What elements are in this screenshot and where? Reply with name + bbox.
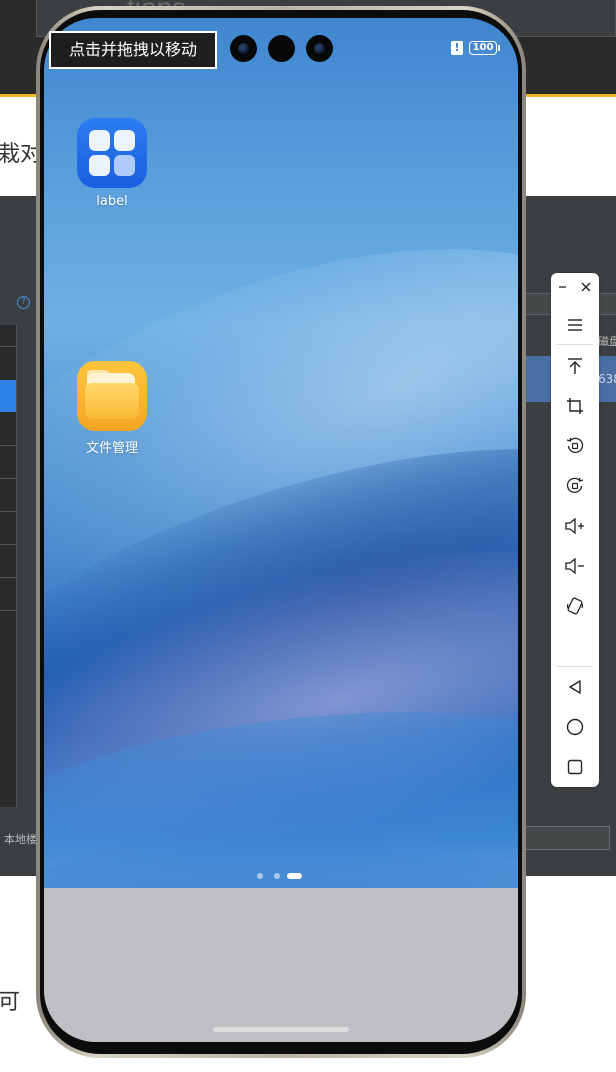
volume-up-icon[interactable] [551, 511, 599, 541]
divider [0, 445, 16, 446]
page-dot-active[interactable] [287, 873, 302, 879]
page-dot[interactable] [274, 873, 280, 879]
minimize-icon[interactable] [553, 277, 573, 297]
divider [0, 511, 16, 512]
background-ide-status-text: 本地楼 [4, 833, 37, 846]
background-ide-label: 磁盘 [598, 335, 616, 348]
pin-top-icon[interactable] [551, 351, 599, 381]
rotate-right-icon[interactable] [551, 471, 599, 501]
background-ide-bottom-input[interactable] [524, 826, 610, 850]
app-name: label [96, 194, 128, 209]
recents-icon[interactable] [551, 752, 599, 782]
divider [0, 577, 16, 578]
app-name: 文件管理 [85, 441, 138, 456]
volume-down-icon[interactable] [551, 551, 599, 581]
emulator-toolbar [551, 273, 599, 787]
background-ide-selected-row [0, 380, 16, 412]
shake-icon[interactable] [551, 591, 599, 621]
home-indicator[interactable] [213, 1027, 349, 1032]
alert-icon: ! [451, 41, 463, 55]
drag-handle-label[interactable]: 点击并拖拽以移动 [49, 31, 217, 69]
divider [557, 344, 593, 345]
grid-apps-icon [77, 118, 147, 188]
home-icon[interactable] [551, 712, 599, 742]
rotate-left-icon[interactable] [551, 431, 599, 461]
divider [0, 544, 16, 545]
help-icon[interactable]: ? [17, 296, 30, 309]
camera-icon [306, 35, 333, 62]
crop-icon[interactable] [551, 391, 599, 421]
page-dot[interactable] [257, 873, 263, 879]
background-ide-value: 638 [598, 372, 616, 386]
battery-tip [498, 45, 500, 51]
folder-icon [77, 361, 147, 431]
camera-icon [268, 35, 295, 62]
background-text-fragment: 可 [0, 990, 21, 1015]
menu-icon[interactable] [551, 310, 599, 340]
app-file-manager[interactable]: 文件管理 [67, 361, 157, 456]
divider [557, 666, 593, 667]
dock-area [44, 888, 518, 1042]
divider [0, 346, 16, 347]
divider [0, 610, 16, 611]
back-icon[interactable] [551, 672, 599, 702]
battery-icon: 100 [469, 41, 497, 55]
divider [0, 478, 16, 479]
camera-icon [230, 35, 257, 62]
close-icon[interactable] [576, 277, 596, 297]
app-label[interactable]: label [67, 118, 157, 209]
